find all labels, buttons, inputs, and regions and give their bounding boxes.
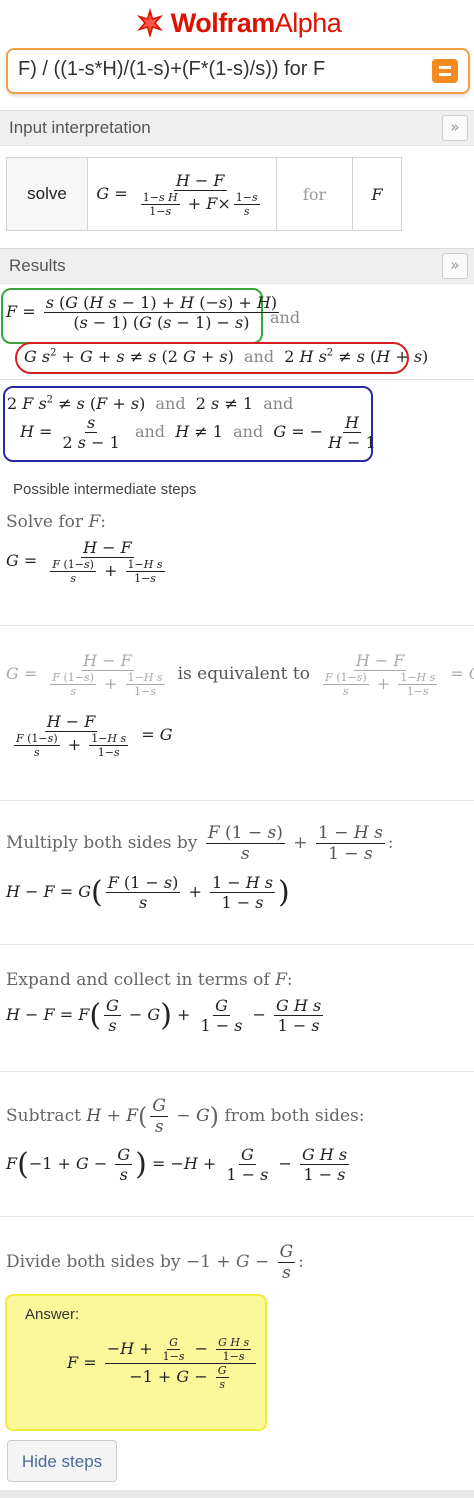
wolfram-star-icon (136, 8, 163, 38)
step-5-equation: F(−1 + G − Gs) = −H + G1 − s − G H s1 − … (6, 1145, 350, 1184)
result-formula-f: F = s (G (H s − 1) + H (−s) + H) (s − 1)… (6, 293, 280, 332)
step-multiply-label: Multiply both sides by (6, 833, 198, 853)
step-subtract-label: Subtract (6, 1106, 81, 1126)
equivalent-text: is equivalent to (177, 664, 310, 684)
answer-equation: F = −H + G 1−s − G H s 1−s −1 + G − Gs (67, 1336, 259, 1391)
step-expand-label: Expand and collect in terms of (6, 970, 270, 990)
and-text: and (270, 308, 301, 327)
for-cell: for (276, 157, 353, 231)
equation-cell: G = H − F 1−s H 1−s + F× 1−s s (87, 157, 277, 231)
step-subtract-end: from both sides: (224, 1106, 365, 1126)
step-4-equation: H − F = F(Gs − G) + G1 − s − G H s1 − s (6, 996, 324, 1035)
variable-cell: F (352, 157, 402, 231)
solve-cell: solve (6, 157, 88, 231)
step-divide: Divide both sides by −1 + G − Gs: (6, 1242, 304, 1283)
input-interpretation-table: solve G = H − F 1−s H 1−s + F× 1−s s for F (6, 157, 402, 231)
input-interpretation-header: Input interpretation » (0, 110, 474, 146)
bottom-bar (0, 1490, 474, 1498)
logo-text-alpha: Alpha (274, 7, 342, 38)
step-3-equation: H − F = G(F (1 − s) s + 1 − H s1 − s) (6, 873, 290, 912)
step-divide-label: Divide both sides by (6, 1252, 181, 1272)
result-condition-1: G s2 + G + s ≠ s (2 G + s) and 2 H s2 ≠ … (24, 347, 429, 366)
logo-text-wolfram: Wolfram (170, 7, 276, 38)
step-2-equivalence: G = H − F F (1−s) s + 1−H s 1−s is equival… (6, 651, 474, 698)
steps-title: Possible intermediate steps (13, 481, 197, 498)
query-input[interactable]: F) / ((1-s*H)/(1-s)+(F*(1-s)/s)) for F (18, 58, 423, 81)
answer-label: Answer: (25, 1306, 80, 1323)
equals-icon[interactable] (432, 59, 458, 83)
step-2-equation: H − F F (1−s) s + 1−H s 1−s = G (14, 712, 173, 759)
step-multiply: Multiply both sides by F (1 − s) s + 1 − … (6, 823, 394, 864)
result-condition-2: 2 F s2 ≠ s (F + s) and 2 s ≠ 1 and (7, 394, 294, 413)
step-solve-for-label: Solve for (6, 512, 84, 532)
results-title: Results (9, 256, 66, 275)
step-1-equation: G = H − F F (1−s) s + 1−H s 1−s (6, 538, 165, 585)
results-header: Results » (0, 248, 474, 284)
result-h-g: H = s2 s − 1 and H ≠ 1 and G = − H H − 1 (20, 413, 376, 452)
query-input-box[interactable]: F) / ((1-s*H)/(1-s)+(F*(1-s)/s)) for F (6, 48, 470, 94)
step-subtract: Subtract H + F(Gs − G) from both sides: (6, 1096, 365, 1137)
step-expand: Expand and collect in terms of F: (6, 970, 293, 990)
input-interpretation-title: Input interpretation (9, 118, 151, 137)
step-solve-for: Solve for F: (6, 512, 106, 532)
hide-steps-button[interactable]: Hide steps (7, 1440, 117, 1482)
double-chevron-right-icon[interactable]: » (442, 253, 468, 279)
double-chevron-right-icon[interactable]: » (442, 115, 468, 141)
wolframalpha-logo[interactable]: WolframAlpha (0, 0, 474, 46)
answer-box: Answer: F = −H + G 1−s − G H s 1−s −1 + G … (5, 1294, 267, 1431)
